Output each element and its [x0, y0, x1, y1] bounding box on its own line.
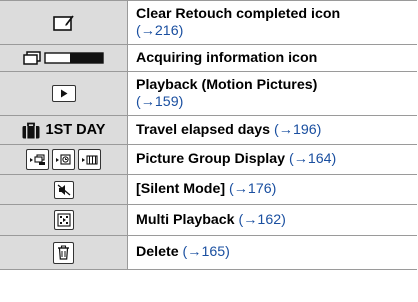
travel-days-label: 1ST DAY: [45, 122, 106, 138]
acquiring-info-icon: [22, 51, 104, 65]
icon-cell: [0, 175, 128, 204]
description-cell: Clear Retouch completed icon (→216): [128, 1, 417, 44]
item-name: Travel elapsed days: [136, 121, 271, 138]
page-ref-link[interactable]: (→162): [239, 212, 286, 228]
icon-cell: [0, 72, 128, 115]
page-ref-link[interactable]: (→164): [289, 151, 336, 167]
icon-cell: [0, 145, 128, 174]
icon-cell: [0, 1, 128, 44]
page-ref-link[interactable]: (→159): [136, 94, 183, 110]
time-lapse-group-icon: [52, 149, 75, 170]
item-name: Delete: [136, 244, 179, 260]
page-ref-link[interactable]: (→216): [136, 23, 183, 39]
table-row: Multi Playback (→162): [0, 205, 417, 236]
icon-reference-table: Clear Retouch completed icon (→216) Acqu…: [0, 0, 417, 270]
play-icon: [51, 85, 76, 102]
description-cell: Acquiring information icon: [128, 45, 417, 71]
picture-group-icon: [26, 149, 101, 170]
description-cell: Multi Playback (→162): [128, 205, 417, 235]
item-name: Acquiring information icon: [136, 49, 318, 66]
icon-cell: [0, 236, 128, 269]
page-ref-link[interactable]: (→176): [229, 181, 276, 197]
clear-retouch-icon: [52, 14, 74, 31]
table-row: 1ST DAY Travel elapsed days (→196): [0, 116, 417, 145]
description-cell: [Silent Mode] (→176): [128, 175, 417, 204]
item-name: Playback (Motion Pictures): [136, 76, 318, 93]
table-row: Picture Group Display (→164): [0, 145, 417, 175]
travel-days-indicator: 1ST DAY: [22, 122, 106, 139]
page-ref-link[interactable]: (→165): [183, 244, 230, 260]
item-name: Picture Group Display: [136, 151, 286, 167]
icon-cell: 1ST DAY: [0, 116, 128, 144]
table-row: Playback (Motion Pictures) (→159): [0, 72, 417, 116]
trash-icon: [53, 241, 74, 264]
description-cell: Picture Group Display (→164): [128, 145, 417, 174]
page-ref-link[interactable]: (→196): [274, 122, 321, 138]
icon-cell: [0, 205, 128, 235]
item-name: Clear Retouch completed icon: [136, 5, 341, 22]
table-row: [Silent Mode] (→176): [0, 175, 417, 205]
description-cell: Travel elapsed days (→196): [128, 116, 417, 144]
item-name: Multi Playback: [136, 211, 235, 228]
stop-motion-group-icon: [78, 149, 101, 170]
table-row: Clear Retouch completed icon (→216): [0, 1, 417, 45]
table-row: Acquiring information icon: [0, 45, 417, 72]
multi-playback-icon: [53, 210, 74, 230]
table-row: Delete (→165): [0, 236, 417, 270]
description-cell: Delete (→165): [128, 236, 417, 269]
silent-mode-icon: [53, 180, 74, 199]
suitcase-icon: [22, 122, 40, 138]
burst-group-icon: [26, 149, 49, 170]
description-cell: Playback (Motion Pictures) (→159): [128, 72, 417, 115]
icon-cell: [0, 45, 128, 71]
item-name: [Silent Mode]: [136, 181, 226, 197]
